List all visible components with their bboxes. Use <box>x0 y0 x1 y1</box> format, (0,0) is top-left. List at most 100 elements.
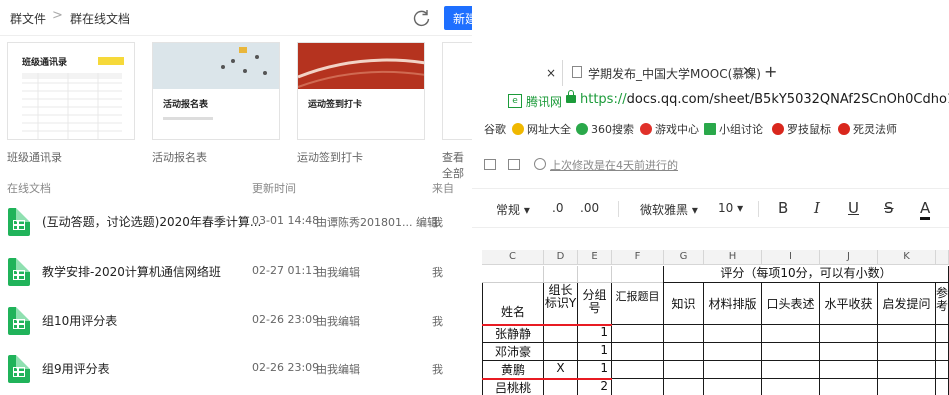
fav-group-discussion[interactable]: 小组讨论 <box>704 121 763 137</box>
cell[interactable] <box>762 343 820 361</box>
text-color-button[interactable]: A <box>920 199 931 220</box>
last-edit-link[interactable]: 上次修改是在4天前进行的 <box>550 157 678 173</box>
column-header[interactable]: K <box>878 250 936 265</box>
cell[interactable] <box>704 325 762 343</box>
fav-google[interactable]: 谷歌 <box>484 121 506 137</box>
tab-mooc[interactable]: 学期发布_中国大学MOOC(慕课) <box>588 65 761 82</box>
font-size-dropdown[interactable]: 10 ▾ <box>718 201 743 215</box>
fav-necromancer[interactable]: 死灵法师 <box>838 121 897 137</box>
group-cell[interactable]: 1 <box>578 343 612 361</box>
name-cell[interactable]: 黄鹏 <box>482 361 544 379</box>
header-cell[interactable]: 组长标识Y <box>544 283 578 325</box>
strikethrough-button[interactable]: S <box>884 199 894 217</box>
leader-cell[interactable]: X <box>544 361 578 379</box>
cell[interactable] <box>878 343 936 361</box>
cell[interactable] <box>820 343 878 361</box>
cell[interactable] <box>936 361 949 379</box>
decrease-decimal-button[interactable]: .0 <box>552 201 563 215</box>
cell[interactable] <box>664 361 704 379</box>
cell[interactable] <box>612 379 664 395</box>
folder-icon[interactable] <box>484 159 496 170</box>
cell[interactable] <box>936 343 949 361</box>
cell[interactable] <box>762 361 820 379</box>
fav-url-directory[interactable]: 网址大全 <box>512 121 571 137</box>
cell[interactable] <box>878 361 936 379</box>
template-card-more[interactable] <box>442 42 472 140</box>
refresh-icon[interactable] <box>412 8 432 28</box>
cell[interactable] <box>578 266 612 283</box>
group-cell[interactable]: 2 <box>578 379 612 395</box>
header-cell[interactable]: 分组号 <box>578 283 612 325</box>
doc-row[interactable]: (互动答题，讨论选题)2020年春季计算... 03-01 14:48 由谭陈秀… <box>0 196 472 244</box>
header-cell[interactable]: 材料排版 <box>704 283 762 325</box>
column-header[interactable]: C <box>482 250 544 265</box>
new-tab-button[interactable]: + <box>764 62 777 81</box>
cell[interactable] <box>704 343 762 361</box>
cell[interactable] <box>664 325 704 343</box>
column-header[interactable] <box>936 250 949 265</box>
leader-cell[interactable] <box>544 325 578 343</box>
header-cell[interactable]: 参考 <box>936 283 949 325</box>
cell[interactable] <box>612 343 664 361</box>
header-cell[interactable]: 水平收获 <box>820 283 878 325</box>
name-cell[interactable]: 吕桃桃 <box>482 379 544 395</box>
column-header[interactable]: D <box>544 250 578 265</box>
group-cell[interactable]: 1 <box>578 361 612 379</box>
column-header[interactable]: I <box>762 250 820 265</box>
cell[interactable] <box>704 379 762 395</box>
leader-cell[interactable] <box>544 343 578 361</box>
column-header[interactable]: E <box>578 250 612 265</box>
group-cell[interactable]: 1 <box>578 325 612 343</box>
cell[interactable] <box>936 379 949 395</box>
cell[interactable] <box>762 379 820 395</box>
template-card-sports-checkin[interactable]: 运动签到打卡 <box>297 42 425 140</box>
header-cell[interactable]: 姓名 <box>482 283 544 325</box>
close-tab-icon[interactable]: × <box>546 66 556 80</box>
cell[interactable] <box>878 325 936 343</box>
cell[interactable] <box>544 266 578 283</box>
doc-row[interactable]: 组10用评分表 02-26 23:09 由我编辑 我 <box>0 295 472 343</box>
number-format-dropdown[interactable]: 常规 ▾ <box>496 201 530 218</box>
view-all-link[interactable]: 查看全部 <box>442 149 472 181</box>
fav-game-center[interactable]: 游戏中心 <box>640 121 699 137</box>
bold-button[interactable]: B <box>778 199 788 217</box>
cell[interactable] <box>664 379 704 395</box>
cell[interactable] <box>878 379 936 395</box>
column-header[interactable]: G <box>664 250 704 265</box>
column-header[interactable]: H <box>704 250 762 265</box>
doc-row[interactable]: 教学安排-2020计算机通信网络班 02-27 01:13 由我编辑 我 <box>0 246 472 294</box>
spreadsheet-grid[interactable]: C D E F G H I J K 评分（每项10分，可以有小数） 姓名 组长标… <box>482 250 949 395</box>
header-cell[interactable]: 口头表述 <box>762 283 820 325</box>
name-cell[interactable]: 张静静 <box>482 325 544 343</box>
close-tab-icon[interactable]: × <box>742 64 753 79</box>
cell[interactable] <box>820 361 878 379</box>
address-bar[interactable]: e 腾讯网 https://docs.qq.com/sheet/B5kY5032… <box>472 90 949 114</box>
name-cell[interactable]: 邓沛豪 <box>482 343 544 361</box>
italic-button[interactable]: I <box>814 199 820 217</box>
column-header[interactable]: J <box>820 250 878 265</box>
cell[interactable] <box>762 325 820 343</box>
column-header[interactable]: F <box>612 250 664 265</box>
header-cell[interactable]: 启发提问 <box>878 283 936 325</box>
url-text[interactable]: https://docs.qq.com/sheet/B5kY5032QNAf2S… <box>580 92 949 107</box>
increase-decimal-button[interactable]: .00 <box>580 201 599 215</box>
cell[interactable] <box>820 325 878 343</box>
cell[interactable] <box>664 343 704 361</box>
header-cell[interactable]: 汇报题目 <box>612 266 664 325</box>
cell[interactable] <box>820 379 878 395</box>
leader-cell[interactable] <box>544 379 578 395</box>
header-cell[interactable]: 知识 <box>664 283 704 325</box>
template-card-signup[interactable]: 活动报名表 <box>152 42 280 140</box>
fav-360-search[interactable]: 360搜索 <box>576 121 634 137</box>
font-family-dropdown[interactable]: 微软雅黑 ▾ <box>640 201 698 218</box>
merged-score-header[interactable]: 评分（每项10分，可以有小数） <box>664 266 949 283</box>
comment-icon[interactable] <box>508 159 520 170</box>
cell[interactable] <box>704 361 762 379</box>
doc-row[interactable]: 组9用评分表 02-26 23:09 由我编辑 我 <box>0 343 472 391</box>
breadcrumb-group-files[interactable]: 群文件 <box>10 10 46 27</box>
cell[interactable] <box>612 361 664 379</box>
template-card-class-contacts[interactable]: 班级通讯录 <box>7 42 135 140</box>
cell[interactable] <box>482 266 544 283</box>
cell[interactable] <box>612 325 664 343</box>
underline-button[interactable]: U <box>848 199 859 217</box>
